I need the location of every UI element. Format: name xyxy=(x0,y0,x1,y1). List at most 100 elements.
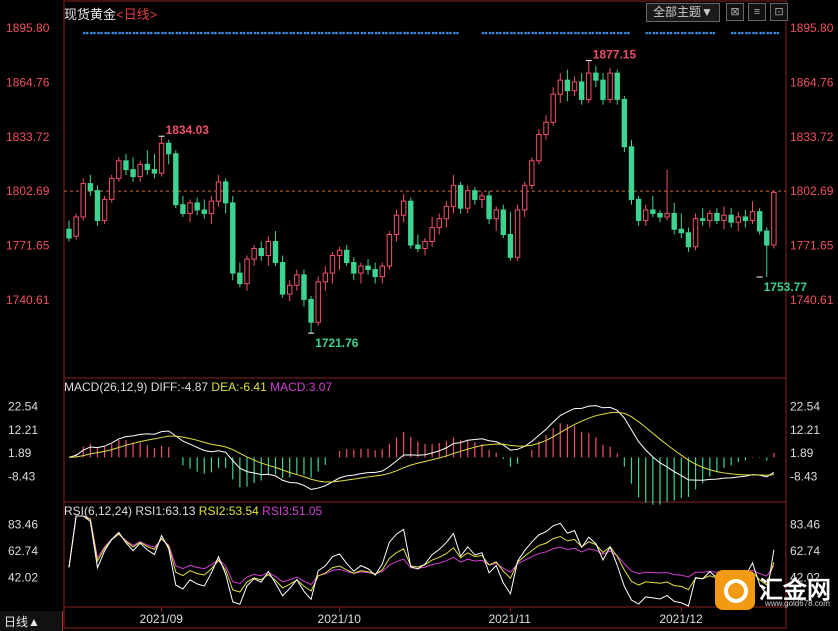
chart-title: 现货黄金<日线> xyxy=(64,4,157,23)
signal-dot xyxy=(374,31,378,35)
candle-body xyxy=(301,274,307,300)
candle-body xyxy=(756,211,763,232)
signal-dot xyxy=(748,31,751,35)
signal-dot xyxy=(111,31,115,35)
candle-body xyxy=(714,212,720,221)
signal-dot xyxy=(242,31,246,35)
candle-body xyxy=(151,169,158,174)
candle-body xyxy=(764,230,770,246)
candle-body xyxy=(244,258,250,285)
candle-body xyxy=(123,160,129,171)
signal-dot xyxy=(616,31,620,35)
signal-dot xyxy=(446,31,449,35)
signal-dot xyxy=(363,31,367,35)
signal-dot xyxy=(648,31,652,35)
candle-body xyxy=(116,160,122,179)
signal-dot xyxy=(495,31,499,35)
candlestick-series[interactable] xyxy=(66,60,777,334)
price-tick-label: 1802.69 xyxy=(6,184,50,198)
candle-body xyxy=(315,281,321,323)
candle-body xyxy=(707,212,713,221)
rsi-tick-label: 83.46 xyxy=(790,517,820,531)
candle-body xyxy=(372,269,378,278)
theme-dropdown[interactable]: 全部主题▼ xyxy=(646,3,720,22)
rsi-panel[interactable]: 83.46 83.4662.74 62.7442.02 42.02 xyxy=(8,515,820,607)
signal-dot xyxy=(289,31,293,35)
signal-dot xyxy=(441,31,445,35)
signal-dot xyxy=(360,31,364,35)
signal-dot xyxy=(235,31,239,35)
close-window-icon[interactable]: ⊠ xyxy=(726,3,744,21)
candle-body xyxy=(600,79,606,100)
candle-body xyxy=(408,200,414,246)
signal-dot xyxy=(612,31,616,35)
macd-tick-label: 12.21 xyxy=(8,423,38,437)
signal-dot xyxy=(221,31,224,35)
candle-body xyxy=(650,209,656,214)
candle-body xyxy=(230,202,236,274)
signal-dot xyxy=(147,31,150,35)
signal-dot xyxy=(676,31,680,35)
candle-body xyxy=(742,216,749,221)
signal-dot xyxy=(403,31,406,35)
signal-dot xyxy=(645,31,649,35)
candle-body xyxy=(635,198,642,221)
signal-dot xyxy=(652,31,656,35)
signal-dot xyxy=(548,31,552,35)
signal-dot xyxy=(342,31,345,35)
signal-dot xyxy=(150,31,153,35)
signal-dot xyxy=(349,31,352,35)
signal-dot xyxy=(427,31,431,35)
signal-dot xyxy=(773,31,777,35)
price-tick-label: 1833.72 xyxy=(790,130,834,144)
maximize-icon[interactable]: ⊡ xyxy=(770,3,788,21)
signal-dot xyxy=(132,31,136,35)
candle-body xyxy=(258,248,264,257)
dea-line xyxy=(68,411,774,483)
rsi3-line xyxy=(68,515,775,586)
signal-dot xyxy=(538,31,542,35)
candle-body xyxy=(621,98,628,148)
candle-body xyxy=(272,241,279,264)
candle-body xyxy=(550,93,556,123)
signal-dot xyxy=(356,31,360,35)
candle-body xyxy=(208,200,215,214)
signal-dot xyxy=(381,31,385,35)
chart-frame xyxy=(63,0,787,629)
macd-panel[interactable]: 22.54 22.54 12.21 12.21 1.89 1.89 -8.43 -8.43 xyxy=(8,400,820,505)
signal-dot xyxy=(260,31,264,35)
signal-dot xyxy=(199,31,203,35)
candle-body xyxy=(101,198,108,221)
candle-body xyxy=(165,142,172,155)
candle-body xyxy=(322,272,329,283)
menu-icon[interactable]: ≡ xyxy=(748,3,766,21)
macd-tick-label: 1.89 xyxy=(8,446,32,460)
signal-dot xyxy=(752,31,755,35)
price-tick-label: 1833.72 xyxy=(6,130,50,144)
candle-body xyxy=(529,160,535,186)
candle-body xyxy=(265,241,272,257)
chart-border xyxy=(63,0,787,629)
candle-body xyxy=(237,272,243,285)
signal-dot xyxy=(121,31,125,35)
signal-dot xyxy=(353,31,357,35)
period-selector[interactable]: 日线▲ xyxy=(4,613,40,630)
signal-dot xyxy=(709,31,713,35)
signal-dot xyxy=(520,31,523,35)
candle-body xyxy=(735,216,741,223)
signal-dot xyxy=(524,31,527,35)
signal-dot xyxy=(431,31,435,35)
period-tag[interactable]: <日线> xyxy=(116,7,157,22)
signal-dot xyxy=(171,31,174,35)
signal-dot xyxy=(399,31,402,35)
candle-body xyxy=(521,184,528,211)
rsi-tick-label: 42.02 xyxy=(8,571,38,585)
signal-dot xyxy=(591,31,595,35)
price-tick-label: 1740.61 xyxy=(6,293,50,307)
signal-dot xyxy=(164,31,167,35)
macd-legend: MACD(26,12,9) DIFF:-4.87 DEA:-6.41 MACD:… xyxy=(64,380,332,394)
signal-dot xyxy=(619,31,623,35)
candle-body xyxy=(351,262,357,274)
signal-dot xyxy=(762,31,765,35)
signal-dot xyxy=(90,31,93,35)
